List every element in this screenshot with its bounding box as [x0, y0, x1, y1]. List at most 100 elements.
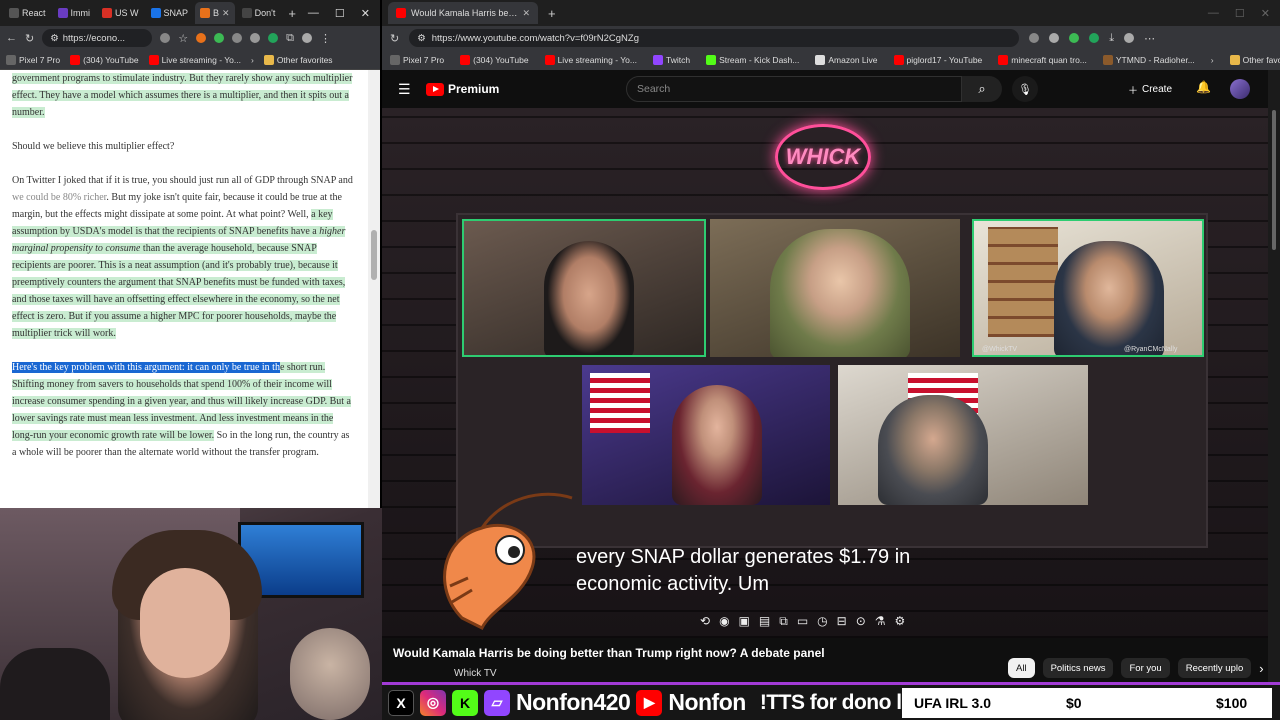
audio-icon[interactable]: ◉	[719, 614, 729, 629]
left-tab-1[interactable]: Immi	[53, 2, 96, 24]
chevron-right-icon[interactable]: ›	[1211, 55, 1214, 65]
chip-recently-uploaded[interactable]: Recently uplo	[1177, 658, 1252, 678]
other-favorites[interactable]: Other favorites	[1229, 55, 1280, 65]
more-menu-icon[interactable]: ⋮	[320, 32, 331, 45]
search-input[interactable]: Search	[626, 76, 962, 102]
left-tab-4-active[interactable]: B ✕	[195, 2, 235, 24]
close-tab-icon[interactable]: ✕	[522, 8, 530, 19]
download-icon[interactable]: ⤓	[1109, 32, 1114, 45]
bookmark-item[interactable]: Twitch	[652, 55, 690, 65]
voice-search-mic-icon[interactable]: 🎙	[1012, 76, 1038, 102]
subtitle-icon[interactable]: ⊟	[837, 614, 847, 629]
extension-icon[interactable]	[214, 33, 225, 43]
chip-politics-news[interactable]: Politics news	[1042, 658, 1114, 678]
bookmark-item[interactable]: YTMND - Radioher...	[1102, 55, 1195, 65]
extension-icon[interactable]	[1029, 33, 1040, 43]
extension-icon[interactable]	[1069, 33, 1080, 43]
maximize-icon[interactable]: ☐	[335, 7, 345, 20]
extension-icon[interactable]	[232, 33, 243, 43]
left-url-field[interactable]: ⚙ https://econo...	[42, 29, 153, 47]
chip-all[interactable]: All	[1008, 658, 1035, 678]
right-url-field[interactable]: ⚙ https://www.youtube.com/watch?v=f09rN2C…	[409, 29, 1020, 47]
other-favorites[interactable]: Other favorites	[263, 54, 333, 65]
minimize-icon[interactable]: —	[308, 7, 319, 20]
reload-icon[interactable]: ↻	[25, 32, 34, 45]
back-icon[interactable]: ←	[6, 32, 17, 44]
youtube-tab-active[interactable]: Would Kamala Harris be doing be ✕	[388, 2, 538, 24]
left-tab-3[interactable]: SNAP	[146, 2, 194, 24]
bookmark-item[interactable]: Live streaming - Yo...	[148, 54, 241, 65]
search-button[interactable]: ⌕	[962, 76, 1002, 102]
minimize-icon[interactable]: —	[1208, 7, 1219, 20]
extension-icon[interactable]	[196, 33, 207, 43]
profile-avatar[interactable]	[301, 33, 312, 43]
youtube-premium-logo[interactable]: Premium	[426, 82, 499, 96]
tab-label: US W	[115, 8, 139, 18]
bookmark-item[interactable]: piglord17 - YouTube	[893, 55, 982, 65]
caption-line: economic activity. Um	[576, 573, 770, 595]
profile-avatar[interactable]	[1124, 33, 1135, 43]
close-window-icon[interactable]: ✕	[1261, 7, 1270, 20]
speed-icon[interactable]: ◷	[817, 614, 827, 629]
bookmark-label: Other favorites	[1242, 55, 1280, 65]
folder-icon	[1229, 55, 1240, 65]
bookmark-item[interactable]: Pixel 7 Pro	[6, 54, 60, 65]
right-scrollbar[interactable]	[1268, 70, 1280, 720]
reload-icon[interactable]: ↻	[390, 32, 399, 45]
new-tab-icon[interactable]: +	[538, 6, 566, 21]
scrollbar-thumb[interactable]	[1272, 110, 1276, 250]
tab-label: B	[213, 8, 220, 18]
article-link[interactable]: we could be 80% richer	[12, 192, 106, 203]
screenshot-icon[interactable]: ▣	[739, 614, 750, 629]
loop-icon[interactable]: ⟲	[700, 614, 710, 629]
channel-name[interactable]: Whick TV	[454, 668, 497, 679]
tab-favicon-icon	[57, 8, 68, 18]
video-player[interactable]: WHICK @WhickTV @RyanCMcNally every SNAP …	[382, 108, 1268, 638]
theater-mode-icon[interactable]: ▭	[797, 614, 808, 629]
camera-icon[interactable]: ⊙	[856, 614, 866, 629]
bookmark-item[interactable]: (304) YouTube	[70, 54, 139, 65]
favorite-star-icon[interactable]: ☆	[178, 32, 188, 45]
account-avatar[interactable]	[1230, 79, 1250, 99]
filter-icon[interactable]: ⚗	[875, 614, 886, 629]
left-tab-0[interactable]: React	[4, 2, 51, 24]
left-tab-2[interactable]: US W	[97, 2, 144, 24]
settings-gear-icon[interactable]: ⚙	[895, 614, 906, 629]
bookmark-item[interactable]: Amazon Live	[815, 55, 878, 65]
cinema-icon[interactable]: ▤	[759, 614, 770, 629]
scrollbar-thumb[interactable]	[371, 230, 377, 280]
bookmark-label: Pixel 7 Pro	[403, 55, 445, 65]
chip-for-you[interactable]: For you	[1121, 658, 1170, 678]
bookmark-item[interactable]: Live streaming - Yo...	[544, 55, 637, 65]
extension-icon[interactable]	[1049, 33, 1060, 43]
bookmark-item[interactable]: Stream - Kick Dash...	[706, 55, 799, 65]
maximize-icon[interactable]: ☐	[1235, 7, 1245, 20]
extension-icon[interactable]	[160, 33, 171, 43]
youtube-favicon-icon	[460, 55, 471, 65]
participant-name: @WhickTV	[982, 346, 1018, 353]
bookmark-item[interactable]: (304) YouTube	[460, 55, 529, 65]
notifications-bell-icon[interactable]: 🔔	[1196, 80, 1211, 94]
site-info-icon[interactable]: ⚙	[417, 33, 426, 44]
extensions-puzzle-icon[interactable]: ⧉	[286, 32, 294, 45]
more-menu-icon[interactable]: ⋯	[1144, 32, 1155, 45]
create-button[interactable]: ＋ Create	[1128, 77, 1172, 101]
window-controls: — ☐ ✕	[308, 7, 380, 20]
twitch-favicon-icon	[652, 55, 663, 65]
chevron-right-icon[interactable]: ›	[1259, 661, 1263, 676]
close-tab-icon[interactable]: ✕	[222, 8, 230, 19]
site-info-icon[interactable]: ⚙	[50, 33, 59, 44]
extension-icon[interactable]	[268, 33, 279, 43]
bookmark-item[interactable]: Pixel 7 Pro	[390, 55, 444, 65]
new-tab-icon[interactable]: +	[288, 6, 296, 21]
left-tab-5[interactable]: Don't	[237, 2, 281, 24]
left-scrollbar[interactable]	[368, 70, 380, 508]
chevron-right-icon[interactable]: ›	[251, 55, 254, 65]
screen: React Immi US W SNAP B ✕ Don't + — ☐ ✕ ← …	[0, 0, 1280, 720]
picture-in-picture-icon[interactable]: ⧉	[779, 614, 788, 629]
extension-icon[interactable]	[1089, 33, 1100, 43]
hamburger-menu-icon[interactable]: ☰	[398, 81, 412, 98]
extension-icon[interactable]	[250, 33, 261, 43]
bookmark-item[interactable]: minecraft quan tro...	[998, 55, 1087, 65]
close-window-icon[interactable]: ✕	[361, 7, 370, 20]
